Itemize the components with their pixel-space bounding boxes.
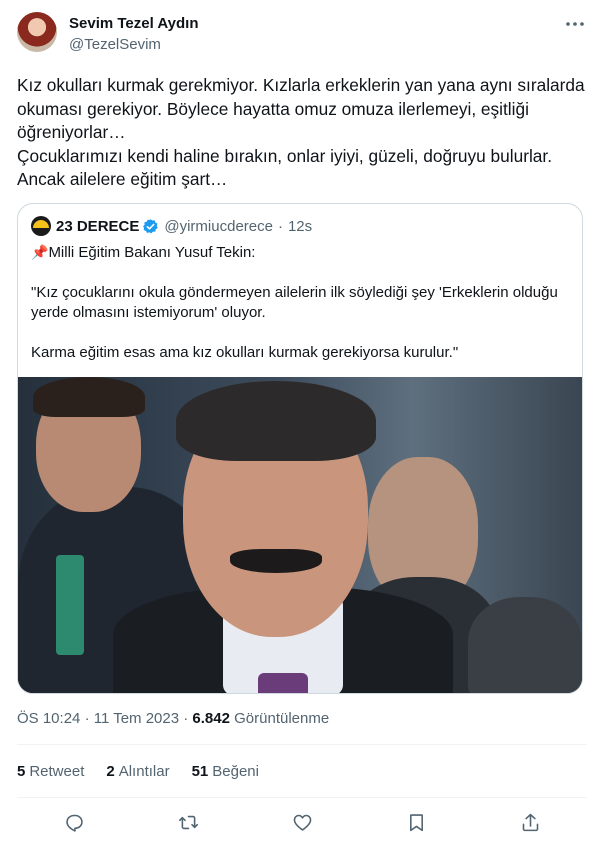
quoted-tweet[interactable]: 23 DERECE @yirmiucderece · 12s 📌Milli Eğ… <box>17 203 583 694</box>
divider <box>17 744 587 745</box>
retweet-button[interactable] <box>171 808 205 836</box>
quotes-label: Alıntılar <box>118 763 170 780</box>
quoted-tweet-intro: Milli Eğitim Bakanı Yusuf Tekin: <box>48 244 256 261</box>
photo-person-left-hair <box>33 377 145 417</box>
quoted-author-handle[interactable]: @yirmiucderece <box>164 218 273 235</box>
tweet-meta: ÖS 10:24 · 11 Tem 2023 · 6.842 Görüntüle… <box>17 710 329 727</box>
photo-main-person-hair <box>176 381 376 461</box>
reply-icon <box>65 814 83 832</box>
author-name[interactable]: Sevim Tezel Aydın <box>69 15 199 32</box>
likes-count: 51 <box>191 763 209 780</box>
share-button[interactable] <box>513 808 547 836</box>
tweet-header: Sevim Tezel Aydın @TezelSevim <box>17 12 587 56</box>
author-avatar[interactable] <box>17 12 57 52</box>
quoted-tweet-photo[interactable] <box>18 377 582 693</box>
bookmark-icon <box>409 813 423 831</box>
divider <box>17 797 587 798</box>
views-label: Görüntülenme <box>234 710 330 727</box>
share-icon <box>522 813 538 831</box>
quotes-stat[interactable]: 2 Alıntılar <box>106 763 169 780</box>
quoted-author-name[interactable]: 23 DERECE <box>56 218 139 235</box>
views-count: 6.842 <box>192 710 230 727</box>
photo-person-far-right <box>468 597 582 693</box>
tweet-date[interactable]: 11 Tem 2023 <box>94 710 179 727</box>
quoted-tweet-text: 📌Milli Eğitim Bakanı Yusuf Tekin: "Kız ç… <box>31 242 571 363</box>
tweet-text: Kız okulları kurmak gerekmiyor. Kızlarla… <box>17 75 585 189</box>
retweet-icon <box>178 815 198 829</box>
photo-main-person-mustache <box>230 549 322 573</box>
tweet-stats: 5 Retweet 2 Alıntılar 51 Beğeni <box>17 763 259 780</box>
like-button[interactable] <box>285 808 319 836</box>
likes-stat[interactable]: 51 Beğeni <box>192 763 259 780</box>
author-handle[interactable]: @TezelSevim <box>69 36 161 53</box>
tweet-time[interactable]: ÖS 10:24 <box>17 710 80 727</box>
tweet-actions <box>17 808 587 836</box>
photo-main-person-tie <box>258 673 308 693</box>
quoted-tweet-body: "Kız çocuklarını okula göndermeyen ailel… <box>31 284 558 361</box>
retweets-label: Retweet <box>29 763 85 780</box>
quoted-tweet-header: 23 DERECE @yirmiucderece · 12s <box>31 216 312 236</box>
photo-person-left-tie <box>56 555 84 655</box>
retweets-count: 5 <box>17 763 26 780</box>
heart-icon <box>293 814 311 831</box>
separator-dot: · <box>277 217 283 235</box>
separator-dot: · <box>183 710 189 727</box>
quotes-count: 2 <box>106 763 115 780</box>
retweets-stat[interactable]: 5 Retweet <box>17 763 84 780</box>
quoted-author-avatar[interactable] <box>31 216 51 236</box>
pushpin-icon: 📌 <box>31 244 49 260</box>
quoted-tweet-time[interactable]: 12s <box>288 218 312 235</box>
more-dots-icon[interactable] <box>563 12 587 36</box>
bookmark-button[interactable] <box>399 808 433 836</box>
likes-label: Beğeni <box>212 763 259 780</box>
reply-button[interactable] <box>57 808 91 836</box>
verified-badge-icon <box>143 218 159 233</box>
separator-dot: · <box>84 710 90 727</box>
